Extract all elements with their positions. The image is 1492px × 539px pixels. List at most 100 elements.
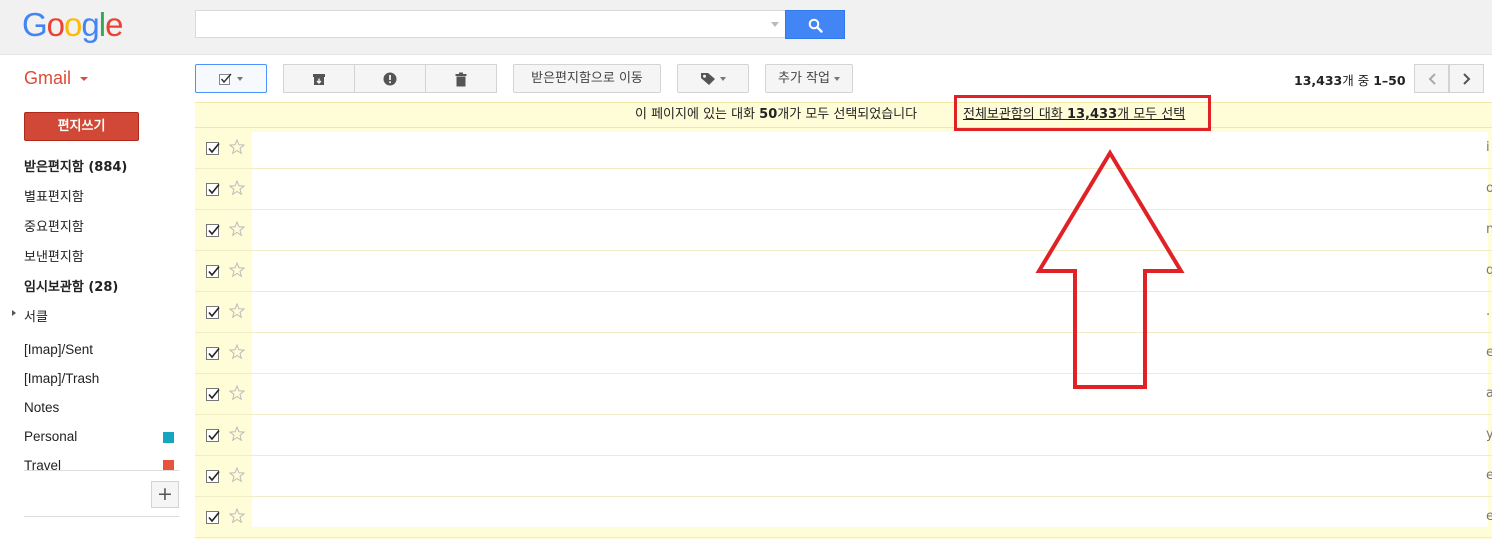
row-checkbox[interactable] [206,224,220,237]
table-row[interactable] [195,497,1492,538]
row-checkbox[interactable] [206,142,220,155]
checkmark-icon [208,183,220,195]
count-middle: 개 중 [1342,73,1374,88]
star-icon[interactable] [228,302,246,323]
table-row[interactable] [195,333,1492,374]
star-icon[interactable] [228,220,246,241]
chevron-down-icon[interactable] [80,77,88,81]
checkmark-icon [208,470,220,482]
star-icon[interactable] [228,138,246,159]
more-actions-button[interactable]: 추가 작업 [765,64,853,93]
sidebar-label-notes[interactable]: Notes [24,400,59,415]
row-preview-text: e [1486,345,1492,360]
labels-button[interactable] [677,64,749,93]
chevron-down-icon [720,76,726,81]
checkmark-icon [208,142,220,154]
select-all-checkbox-button[interactable] [195,64,267,93]
sidebar-item-starred[interactable]: 별표편지함 [24,186,84,205]
annotation-up-arrow [1035,149,1185,389]
search-button[interactable] [785,10,845,39]
star-icon[interactable] [228,384,246,405]
row-preview-text: a [1486,386,1492,401]
sidebar-scroll-divider [24,470,179,471]
star-icon[interactable] [228,466,246,487]
star-icon[interactable] [228,179,246,200]
sidebar-label-imap-sent[interactable]: [Imap]/Sent [24,342,93,357]
row-checkbox[interactable] [206,183,220,196]
report-spam-button[interactable] [354,64,426,93]
sidebar-item-important[interactable]: 중요편지함 [24,216,84,235]
pagination-count: 13,433개 중 1–50 [1294,70,1406,89]
table-row[interactable] [195,456,1492,497]
page-range: 1–50 [1373,73,1406,88]
delete-button[interactable] [425,64,497,93]
sidebar-item-sent[interactable]: 보낸편지함 [24,246,84,265]
row-preview-text: y [1486,427,1492,442]
checkbox-checked-icon [219,73,232,85]
archive-button[interactable] [283,64,355,93]
sidebar-item-inbox[interactable]: 받은편지함 (884) [24,156,127,175]
row-checkbox[interactable] [206,306,220,319]
total-count: 13,433 [1294,73,1343,88]
table-row[interactable] [195,292,1492,333]
logo-letter: o [46,6,65,43]
expand-arrow-icon[interactable] [12,310,16,316]
logo-letter: g [81,6,99,43]
star-icon[interactable] [228,425,246,446]
trash-icon [455,72,467,87]
checkmark-icon [208,429,220,441]
row-preview-text: e [1486,468,1492,483]
google-logo[interactable]: Google [22,6,123,44]
search-input[interactable] [195,10,785,38]
sidebar-item-drafts[interactable]: 임시보관함 (28) [24,276,118,295]
checkmark-icon [208,224,220,236]
chevron-down-icon [833,76,840,81]
table-row[interactable] [195,169,1492,210]
chevron-down-icon [237,76,243,81]
table-row[interactable] [195,210,1492,251]
row-checkbox[interactable] [206,470,220,483]
checkmark-icon [208,388,220,400]
search-options-caret-icon[interactable] [771,22,779,27]
row-preview-text: e [1486,509,1492,524]
sidebar-item-circles[interactable]: 서클 [24,306,48,325]
checkmark-icon [208,265,220,277]
row-checkbox[interactable] [206,429,220,442]
row-checkbox[interactable] [206,347,220,360]
row-checkbox[interactable] [206,511,220,524]
label-tag-icon [701,72,715,85]
older-page-button[interactable] [1449,64,1484,93]
row-checkbox[interactable] [206,265,220,278]
add-label-button[interactable]: + [151,481,179,508]
sidebar-label-imap-trash[interactable]: [Imap]/Trash [24,371,99,386]
move-to-inbox-button[interactable]: 받은편지함으로 이동 [513,64,661,93]
action-button-group [283,64,497,93]
selection-msg-count: 50 [759,107,778,122]
checkmark-icon [208,511,220,523]
top-bar: Google [0,0,1492,55]
row-preview-text: q [1486,263,1492,278]
newer-page-button[interactable] [1414,64,1449,93]
report-spam-icon [383,72,397,86]
more-actions-label: 추가 작업 [778,71,830,86]
gmail-app-menu[interactable]: Gmail [24,68,71,89]
selection-message: 이 페이지에 있는 대화 50개가 모두 선택되었습니다 [635,103,917,127]
annotation-highlight-box [954,95,1211,131]
table-row[interactable] [195,128,1492,169]
search-icon [808,18,823,33]
selection-msg-suffix: 개가 모두 선택되었습니다 [777,107,918,122]
table-row[interactable] [195,374,1492,415]
row-preview-text: i [1486,140,1490,155]
row-checkbox[interactable] [206,388,220,401]
compose-button[interactable]: 편지쓰기 [24,112,139,141]
sidebar-label-personal[interactable]: Personal [24,429,77,444]
star-icon[interactable] [228,507,246,528]
logo-letter: G [22,6,48,43]
label-color-chip[interactable] [163,432,174,443]
star-icon[interactable] [228,261,246,282]
logo-letter: o [64,6,82,43]
table-row[interactable] [195,415,1492,456]
table-row[interactable] [195,251,1492,292]
star-icon[interactable] [228,343,246,364]
archive-icon [313,74,325,85]
